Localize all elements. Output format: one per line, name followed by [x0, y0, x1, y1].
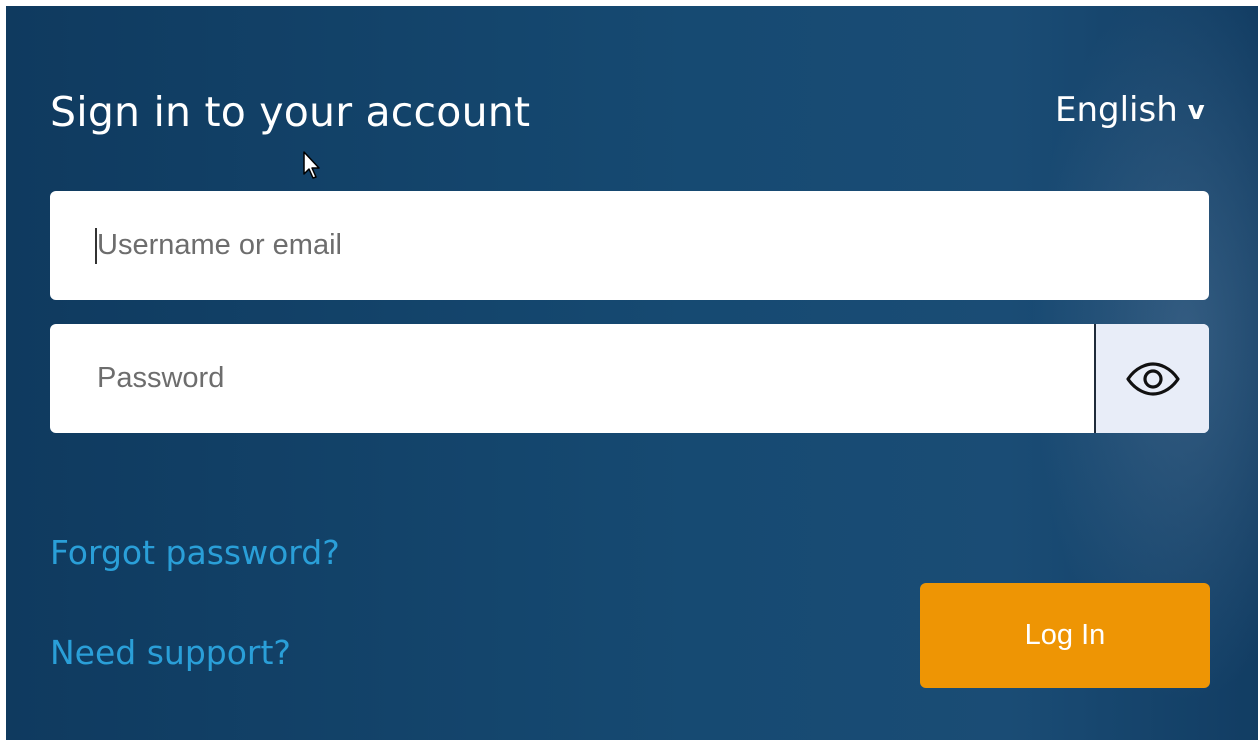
forgot-password-link[interactable]: Forgot password? [50, 533, 340, 572]
mouse-pointer-icon [303, 151, 320, 179]
chevron-down-icon: v [1187, 96, 1205, 126]
username-field-container [50, 191, 1209, 300]
eye-icon [1125, 361, 1180, 396]
language-selector[interactable]: English v [1055, 90, 1205, 130]
login-panel: Sign in to your account English v Forgot… [6, 6, 1258, 740]
login-button[interactable]: Log In [920, 583, 1210, 688]
password-input[interactable] [50, 324, 1093, 433]
need-support-link[interactable]: Need support? [50, 633, 291, 672]
username-input[interactable] [50, 191, 1209, 300]
password-field-container [50, 324, 1209, 433]
page-title: Sign in to your account [50, 88, 531, 136]
text-caret [95, 228, 97, 264]
language-label: English [1055, 90, 1178, 130]
show-password-button[interactable] [1094, 324, 1209, 433]
